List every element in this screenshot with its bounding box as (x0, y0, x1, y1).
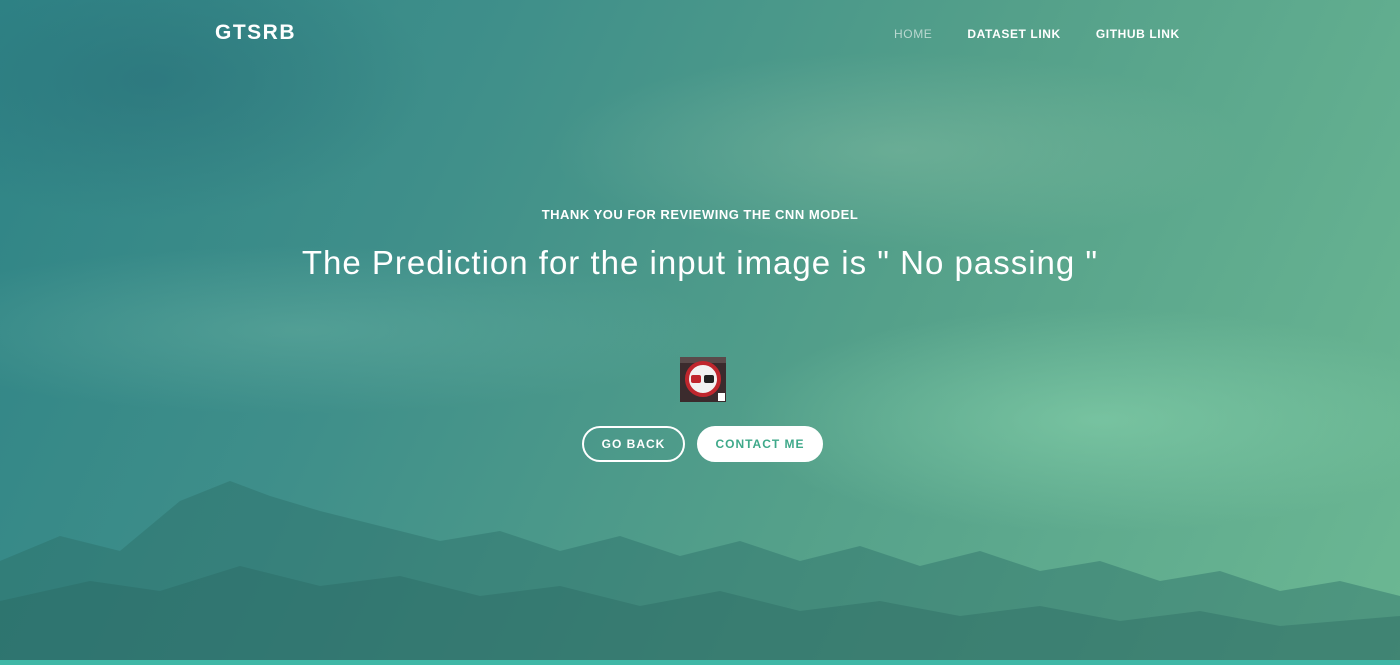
bottom-accent-bar (0, 660, 1400, 665)
input-image (680, 357, 726, 402)
page-subtitle: THANK YOU FOR REVIEWING THE CNN MODEL (541, 207, 859, 222)
top-navbar: GTSRB HOME DATASET LINK GITHUB LINK (0, 0, 1400, 68)
brand-logo[interactable]: GTSRB (215, 21, 296, 45)
nav-links: HOME DATASET LINK GITHUB LINK (894, 27, 1215, 41)
nav-github-link[interactable]: GITHUB LINK (1096, 27, 1180, 41)
mountains-silhouette (0, 481, 1400, 661)
no-passing-sign-icon (680, 357, 726, 402)
hero-background (0, 0, 1400, 665)
prediction-result-heading: The Prediction for the input image is " … (301, 244, 1099, 281)
nav-dataset-link[interactable]: DATASET LINK (967, 27, 1060, 41)
nav-home-link[interactable]: HOME (894, 27, 932, 41)
contact-me-button[interactable]: CONTACT ME (697, 426, 823, 462)
go-back-button[interactable]: GO BACK (582, 426, 685, 462)
